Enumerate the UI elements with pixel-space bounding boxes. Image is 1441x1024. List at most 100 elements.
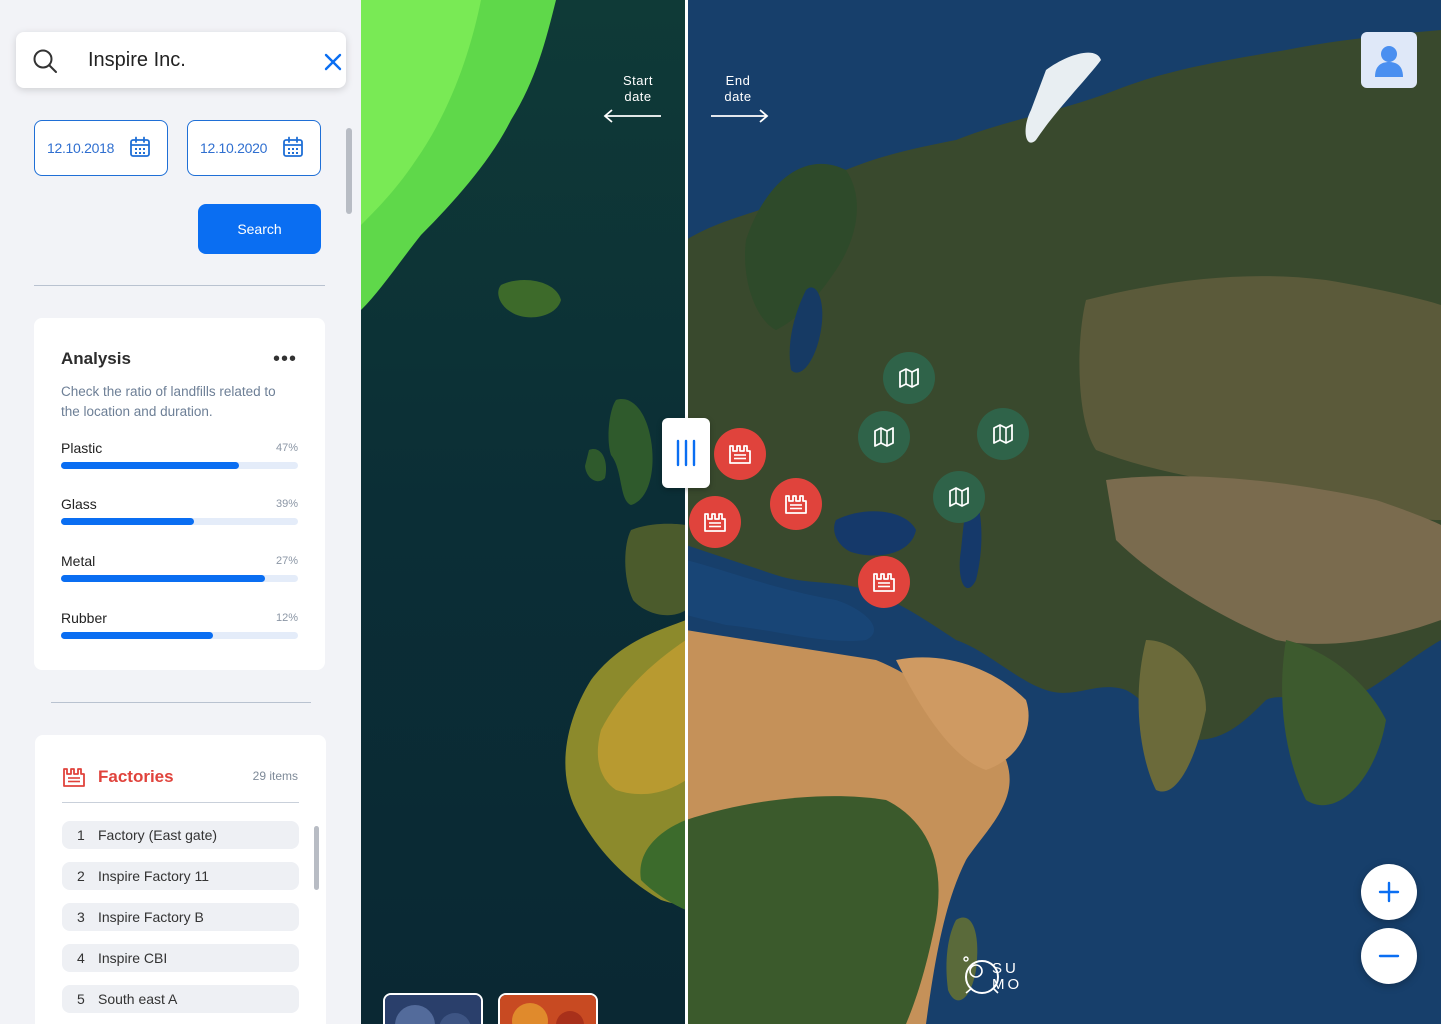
- list-item-name: Inspire CBI: [98, 950, 168, 966]
- factory-marker[interactable]: [770, 478, 822, 530]
- divider: [51, 702, 311, 703]
- caption-line: Start: [623, 73, 653, 88]
- map-icon: [949, 487, 969, 507]
- stat-progress-track: [61, 575, 298, 582]
- stat-label: Glass: [61, 496, 97, 512]
- satellite-map[interactable]: Start date End date SU MO: [361, 0, 1441, 1024]
- landfill-marker[interactable]: [933, 471, 985, 523]
- zoom-in-button[interactable]: [1361, 864, 1417, 920]
- list-item-number: 3: [77, 909, 85, 925]
- user-avatar-button[interactable]: [1361, 32, 1417, 88]
- factory-icon: [873, 573, 895, 592]
- factories-count: 29 items: [252, 769, 298, 783]
- stat-label: Plastic: [61, 440, 103, 456]
- list-item-number: 4: [77, 950, 85, 966]
- zoom-out-button[interactable]: [1361, 928, 1417, 984]
- start-date-value: 12.10.2018: [47, 140, 115, 156]
- stat-progress-fill: [61, 575, 265, 582]
- list-item[interactable]: 3 Inspire Factory B: [62, 903, 299, 931]
- list-item-number: 2: [77, 868, 85, 884]
- analysis-title: Analysis: [61, 349, 131, 368]
- factory-marker[interactable]: [689, 496, 741, 548]
- thumbnail-image: [385, 995, 481, 1024]
- list-item[interactable]: 1 Factory (East gate): [62, 821, 299, 849]
- factory-marker[interactable]: [858, 556, 910, 608]
- stat-percent: 39%: [275, 498, 298, 510]
- search-input[interactable]: Inspire Inc.: [88, 49, 186, 72]
- search-icon: [33, 49, 57, 73]
- sidebar-scrollbar[interactable]: [346, 128, 352, 214]
- logo-line: SU: [992, 960, 1019, 977]
- close-icon[interactable]: [321, 50, 345, 74]
- stat-percent: 47%: [275, 442, 298, 454]
- stat-progress-track: [61, 632, 298, 639]
- landfill-marker[interactable]: [977, 408, 1029, 460]
- calendar-icon[interactable]: [282, 136, 304, 158]
- stat-plastic: Plastic 47%: [61, 440, 298, 470]
- list-item-number: 5: [77, 991, 85, 1007]
- list-item-name: South east A: [98, 991, 178, 1007]
- landfill-marker[interactable]: [858, 411, 910, 463]
- list-item-name: Inspire Factory 11: [98, 868, 210, 884]
- start-date-map-layer: [361, 0, 686, 1024]
- end-date-value: 12.10.2020: [200, 140, 268, 156]
- sidebar: Inspire Inc. 12.10.2018 12.10.2020 Searc…: [0, 0, 361, 1024]
- map-icon: [899, 368, 919, 388]
- layer-thumbnail-satellite[interactable]: [383, 993, 483, 1024]
- plus-icon: [1378, 881, 1400, 903]
- caption-line: date: [724, 89, 752, 104]
- end-date-caption: End date: [698, 73, 778, 105]
- stat-progress-fill: [61, 518, 194, 525]
- list-item[interactable]: 2 Inspire Factory 11: [62, 862, 299, 890]
- stat-label: Rubber: [61, 610, 107, 626]
- start-date-field[interactable]: 12.10.2018: [34, 120, 168, 176]
- stat-progress-track: [61, 462, 298, 469]
- minus-icon: [1378, 954, 1400, 958]
- search-button[interactable]: Search: [198, 204, 321, 254]
- factory-icon: [785, 495, 807, 514]
- list-item[interactable]: 4 Inspire CBI: [62, 944, 299, 972]
- user-icon: [1375, 46, 1403, 77]
- factory-icon: [704, 513, 726, 532]
- logo-line: MO: [992, 976, 1023, 993]
- list-scrollbar[interactable]: [314, 826, 319, 890]
- map-icon: [874, 427, 894, 447]
- stat-metal: Metal 27%: [61, 553, 298, 583]
- comparison-slider-handle[interactable]: [662, 418, 710, 488]
- more-options-icon[interactable]: •••: [273, 349, 297, 369]
- list-item-name: Inspire Factory B: [98, 909, 204, 925]
- factory-marker[interactable]: [714, 428, 766, 480]
- layer-thumbnail-heatmap[interactable]: [498, 993, 598, 1024]
- factories-card: Factories 29 items 1 Factory (East gate)…: [35, 735, 326, 1024]
- caption-line: End: [725, 73, 751, 88]
- calendar-icon[interactable]: [129, 136, 151, 158]
- thumbnail-image: [500, 995, 596, 1024]
- divider: [62, 802, 299, 803]
- comparison-divider[interactable]: [685, 0, 688, 1024]
- stat-progress-fill: [61, 462, 239, 469]
- end-date-field[interactable]: 12.10.2020: [187, 120, 321, 176]
- sumo-logo-text: SU MO: [992, 961, 1022, 993]
- stat-percent: 12%: [275, 612, 298, 624]
- arrow-right-icon: [711, 109, 769, 123]
- analysis-description: Check the ratio of landfills related to …: [61, 384, 276, 419]
- list-item[interactable]: 5 South east A: [62, 985, 299, 1013]
- divider: [34, 285, 325, 286]
- start-date-caption: Start date: [598, 73, 678, 105]
- stat-progress-track: [61, 518, 298, 525]
- drag-handle-icon: [676, 439, 696, 467]
- factory-icon: [63, 768, 85, 787]
- map-icon: [993, 424, 1013, 444]
- stat-progress-fill: [61, 632, 213, 639]
- search-box[interactable]: Inspire Inc.: [16, 32, 346, 88]
- stat-label: Metal: [61, 553, 96, 569]
- factories-title: Factories: [98, 767, 174, 786]
- factory-icon: [729, 445, 751, 464]
- arrow-left-icon: [603, 109, 661, 123]
- stat-glass: Glass 39%: [61, 496, 298, 526]
- stat-percent: 27%: [275, 555, 298, 567]
- list-item-number: 1: [77, 827, 85, 843]
- caption-line: date: [624, 89, 652, 104]
- landfill-marker[interactable]: [883, 352, 935, 404]
- stat-rubber: Rubber 12%: [61, 610, 298, 640]
